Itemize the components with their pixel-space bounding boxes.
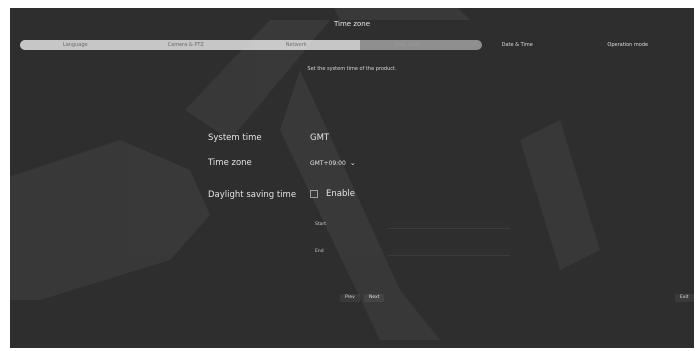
dst-end-datetime[interactable]: [388, 246, 510, 256]
step-operation-mode: Operation mode: [607, 42, 649, 48]
dst-end-label: End: [315, 249, 324, 254]
dst-enable-option[interactable]: Enable: [310, 189, 355, 199]
time-zone-label: Time zone: [208, 158, 252, 168]
time-zone-select-value: GMT+09:00: [310, 159, 346, 167]
time-zone-select[interactable]: GMT+09:00 ⌄: [310, 159, 356, 167]
step-date-time: Date & Time: [501, 42, 533, 48]
dst-enable-label: Enable: [326, 189, 355, 199]
next-button[interactable]: Next: [364, 294, 385, 302]
chevron-down-icon: ⌄: [349, 159, 356, 167]
dst-start-datetime[interactable]: [388, 219, 510, 229]
dst-start-label: Start: [315, 222, 326, 227]
step-network: Network: [285, 42, 307, 48]
page-title: Time zone: [333, 20, 371, 28]
step-camera-ptz: Camera & PTZ: [167, 42, 204, 48]
step-language: Language: [62, 42, 88, 48]
step-time-zone: Time zone: [393, 42, 420, 48]
dst-label: Daylight saving time: [208, 190, 297, 200]
page-description: Set the system time of the product.: [307, 66, 397, 72]
checkbox-icon[interactable]: [310, 189, 318, 198]
wizard-steps: Language Camera & PTZ Network Time zone …: [20, 40, 683, 50]
system-time-label: System time: [208, 133, 262, 143]
system-time-value: GMT: [310, 133, 330, 143]
setup-wizard-screen: Time zone Language Camera & PTZ Network …: [10, 8, 694, 348]
exit-button[interactable]: Exit: [675, 294, 694, 302]
prev-button[interactable]: Prev: [340, 294, 360, 302]
